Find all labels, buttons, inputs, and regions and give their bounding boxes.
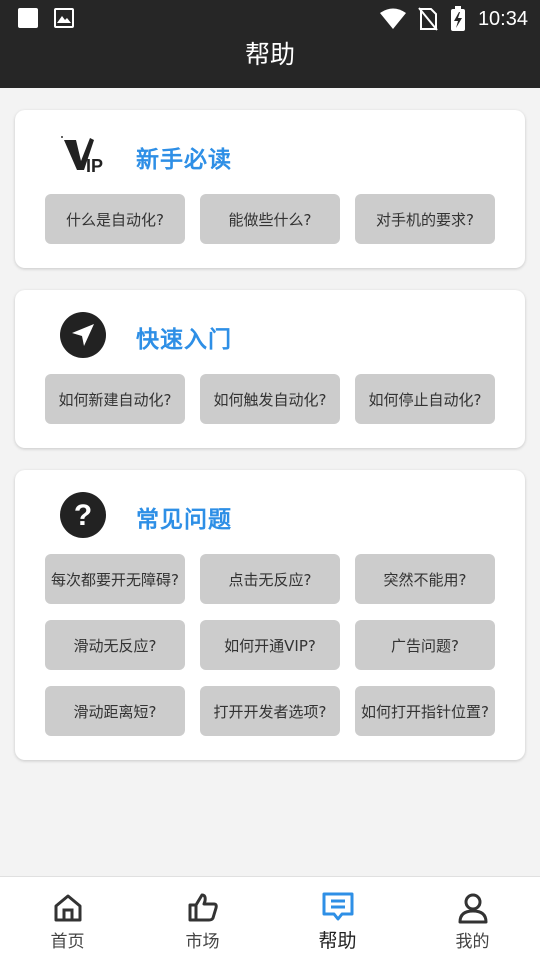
bottom-navigation: 首页 市场 帮助 我的 <box>0 876 540 961</box>
card-header: IP 新手必读 <box>15 110 525 200</box>
nav-profile[interactable]: 我的 <box>405 877 540 961</box>
notification-square-icon <box>18 8 38 28</box>
faq-chip[interactable]: 如何开通VIP? <box>200 620 340 670</box>
nav-label: 首页 <box>50 932 85 952</box>
section-title: 常见问题 <box>136 507 232 533</box>
image-notification-icon <box>54 8 74 28</box>
faq-chip[interactable]: 如何触发自动化? <box>200 374 340 424</box>
card-beginner: IP 新手必读 什么是自动化? 能做些什么? 对手机的要求? <box>15 110 525 268</box>
vip-icon: IP <box>61 136 103 176</box>
thumbs-up-icon <box>188 893 218 922</box>
faq-chip[interactable]: 对手机的要求? <box>355 194 495 244</box>
title-bar: 帮助 <box>0 36 540 88</box>
faq-chip[interactable]: 点击无反应? <box>200 554 340 604</box>
card-faq: ? 常见问题 每次都要开无障碍? 点击无反应? 突然不能用? 滑动无反应? 如何… <box>15 470 525 760</box>
faq-chip[interactable]: 突然不能用? <box>355 554 495 604</box>
card-header: ? 常见问题 <box>15 470 525 560</box>
card-quick-start: 快速入门 如何新建自动化? 如何触发自动化? 如何停止自动化? <box>15 290 525 448</box>
nav-label: 市场 <box>185 932 220 952</box>
home-icon <box>54 894 81 922</box>
page-title: 帮助 <box>244 40 295 69</box>
svg-text:IP: IP <box>86 156 103 176</box>
card-header: 快速入门 <box>15 290 525 380</box>
faq-chip[interactable]: 什么是自动化? <box>45 194 185 244</box>
status-bar: 10:34 <box>0 0 540 36</box>
wifi-icon <box>379 8 406 29</box>
user-icon <box>458 893 487 924</box>
faq-chip[interactable]: 如何打开指针位置? <box>355 686 495 736</box>
section-title: 新手必读 <box>136 147 232 173</box>
question-icon: ? <box>60 492 106 538</box>
nav-market[interactable]: 市场 <box>135 877 270 961</box>
faq-chip[interactable]: 每次都要开无障碍? <box>45 554 185 604</box>
faq-chip[interactable]: 如何新建自动化? <box>45 374 185 424</box>
navigation-arrow-icon <box>60 312 106 358</box>
nav-label: 我的 <box>455 932 490 952</box>
battery-charging-icon <box>450 6 465 31</box>
nav-help[interactable]: 帮助 <box>270 877 405 961</box>
faq-chip[interactable]: 打开开发者选项? <box>200 686 340 736</box>
nav-home[interactable]: 首页 <box>0 877 135 961</box>
section-title: 快速入门 <box>136 327 232 353</box>
faq-chip[interactable]: 如何停止自动化? <box>355 374 495 424</box>
svg-text:?: ? <box>74 499 92 532</box>
no-sim-icon <box>418 7 438 31</box>
nav-label: 帮助 <box>318 930 357 952</box>
faq-chip[interactable]: 滑动距离短? <box>45 686 185 736</box>
faq-chip[interactable]: 滑动无反应? <box>45 620 185 670</box>
faq-chip[interactable]: 广告问题? <box>355 620 495 670</box>
help-chat-icon <box>322 892 353 921</box>
faq-chip[interactable]: 能做些什么? <box>200 194 340 244</box>
clock: 10:34 <box>477 7 528 30</box>
